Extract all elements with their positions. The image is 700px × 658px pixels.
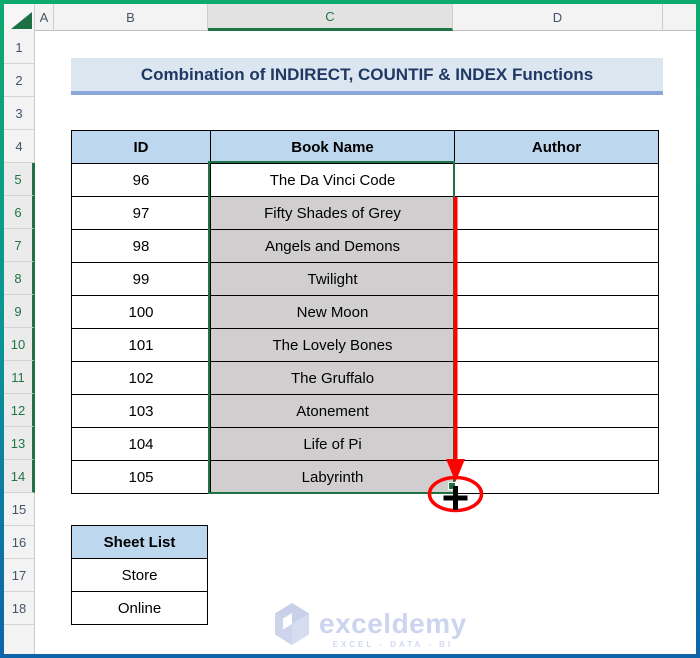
header-cell-book-name[interactable]: Book Name xyxy=(210,130,455,164)
row-header[interactable]: 7 xyxy=(4,229,35,262)
row-header[interactable]: 17 xyxy=(4,559,35,592)
row-header[interactable]: 15 xyxy=(4,493,35,526)
row-header[interactable]: 4 xyxy=(4,130,35,163)
table-row: 102 The Gruffalo xyxy=(71,361,659,395)
cell-book-selected[interactable]: Atonement xyxy=(210,394,455,428)
cell-id[interactable]: 96 xyxy=(71,163,211,197)
page-title: Combination of INDIRECT, COUNTIF & INDEX… xyxy=(140,64,594,84)
watermark: exceldemy EXCEL - DATA - BI xyxy=(272,602,467,649)
row-header[interactable]: 9 xyxy=(4,295,35,328)
cell-book-selected[interactable]: Fifty Shades of Grey xyxy=(210,196,455,230)
column-header-b[interactable]: B xyxy=(54,4,208,31)
cell-id[interactable]: 102 xyxy=(71,361,211,395)
row-header[interactable]: 14 xyxy=(4,460,35,493)
cell-book-selected[interactable]: The Lovely Bones xyxy=(210,328,455,362)
column-header-a[interactable]: A xyxy=(35,4,54,31)
title-banner-cell[interactable]: Combination of INDIRECT, COUNTIF & INDEX… xyxy=(71,58,663,95)
table-row: 103 Atonement xyxy=(71,394,659,428)
table-header-row: ID Book Name Author xyxy=(71,130,659,164)
spreadsheet-area: A B C D 1 2 3 4 5 6 7 8 9 10 11 12 13 14… xyxy=(4,4,696,654)
row-header[interactable]: 8 xyxy=(4,262,35,295)
column-header-band: A B C D xyxy=(4,4,696,31)
cell-book-active[interactable]: The Da Vinci Code xyxy=(210,163,455,197)
cell-book-selected[interactable]: Life of Pi xyxy=(210,427,455,461)
select-all-button[interactable] xyxy=(4,4,35,31)
header-cell-author[interactable]: Author xyxy=(454,130,659,164)
row-header[interactable]: 2 xyxy=(4,64,35,97)
table-row: 104 Life of Pi xyxy=(71,427,659,461)
cell-id[interactable]: 99 xyxy=(71,262,211,296)
sheet-list-header[interactable]: Sheet List xyxy=(71,525,208,559)
select-all-triangle-icon xyxy=(11,12,32,29)
header-cell-id[interactable]: ID xyxy=(71,130,211,164)
table-row: 105 Labyrinth xyxy=(71,460,659,494)
watermark-tagline: EXCEL - DATA - BI xyxy=(332,640,454,649)
cell-book-selected[interactable]: Labyrinth xyxy=(210,460,455,494)
book-table: ID Book Name Author 96 The Da Vinci Code… xyxy=(71,130,659,494)
cell-id[interactable]: 105 xyxy=(71,460,211,494)
row-header[interactable]: 3 xyxy=(4,97,35,130)
exceldemy-logo-icon xyxy=(275,603,309,645)
cell-id[interactable]: 100 xyxy=(71,295,211,329)
column-header-c[interactable]: C xyxy=(208,4,453,31)
sheet-list-table: Sheet List Store Online xyxy=(71,525,208,625)
table-row: 98 Angels and Demons xyxy=(71,229,659,263)
column-header-d[interactable]: D xyxy=(453,4,663,31)
row-header[interactable]: 5 xyxy=(4,163,35,196)
cell-book-selected[interactable]: Angels and Demons xyxy=(210,229,455,263)
cell-id[interactable]: 103 xyxy=(71,394,211,428)
fill-handle-cursor-icon xyxy=(443,486,468,510)
annotation-overlay xyxy=(427,197,484,513)
table-row: 100 New Moon xyxy=(71,295,659,329)
screenshot-frame: A B C D 1 2 3 4 5 6 7 8 9 10 11 12 13 14… xyxy=(0,0,700,658)
cell-book-selected[interactable]: The Gruffalo xyxy=(210,361,455,395)
table-row: 99 Twilight xyxy=(71,262,659,296)
cell-id[interactable]: 98 xyxy=(71,229,211,263)
cell-id[interactable]: 97 xyxy=(71,196,211,230)
column-header-partial[interactable] xyxy=(663,4,696,31)
table-row: 96 The Da Vinci Code xyxy=(71,163,659,197)
row-header[interactable]: 11 xyxy=(4,361,35,394)
cell-book-selected[interactable]: Twilight xyxy=(210,262,455,296)
row-header[interactable]: 6 xyxy=(4,196,35,229)
row-header[interactable]: 13 xyxy=(4,427,35,460)
row-header[interactable]: 12 xyxy=(4,394,35,427)
row-header[interactable]: 16 xyxy=(4,526,35,559)
watermark-brand: exceldemy xyxy=(319,608,467,639)
row-header[interactable]: 18 xyxy=(4,592,35,625)
cell-id[interactable]: 101 xyxy=(71,328,211,362)
cell-book-selected[interactable]: New Moon xyxy=(210,295,455,329)
cell-id[interactable]: 104 xyxy=(71,427,211,461)
row-header[interactable]: 1 xyxy=(4,31,35,64)
table-row: 101 The Lovely Bones xyxy=(71,328,659,362)
sheet-list-item[interactable]: Store xyxy=(71,558,208,592)
row-header-partial[interactable] xyxy=(4,625,35,654)
table-row: 97 Fifty Shades of Grey xyxy=(71,196,659,230)
sheet-list-item[interactable]: Online xyxy=(71,591,208,625)
row-header[interactable]: 10 xyxy=(4,328,35,361)
